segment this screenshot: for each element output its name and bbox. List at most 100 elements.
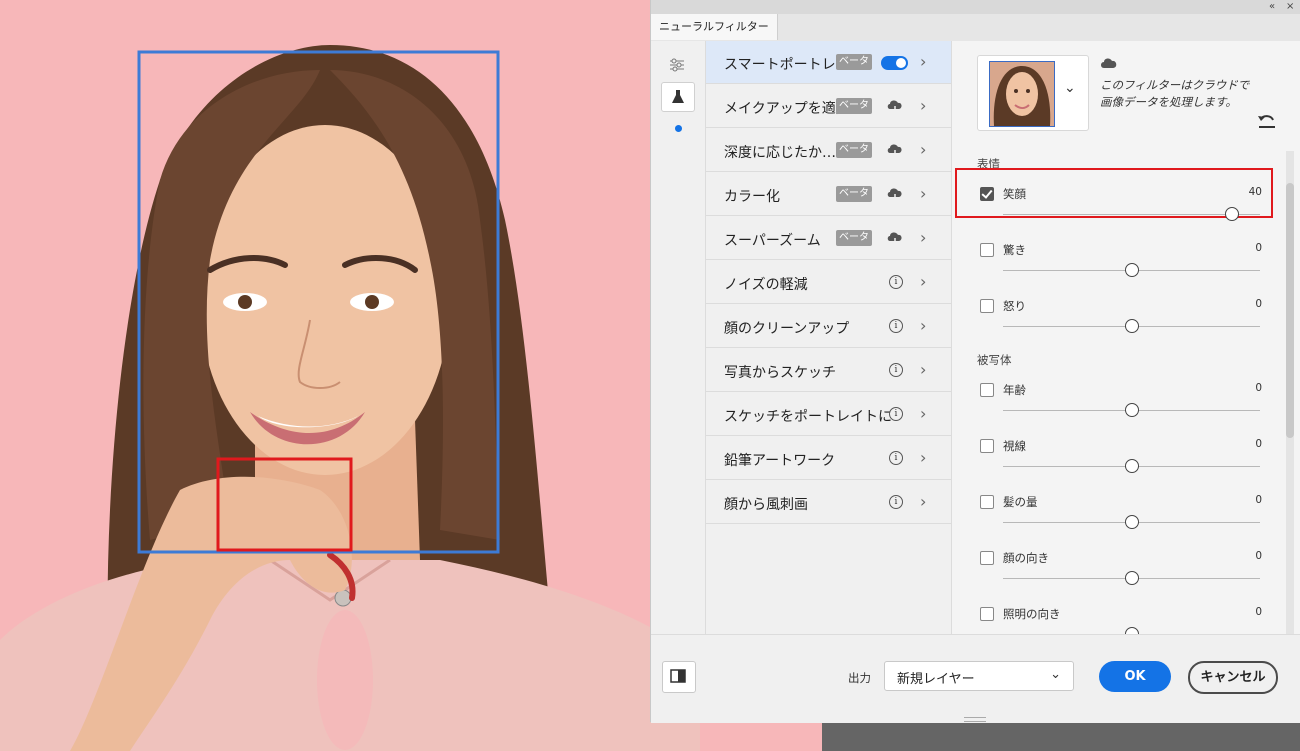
head-direction-checkbox[interactable] <box>980 551 994 565</box>
slider-knob[interactable] <box>1124 319 1139 333</box>
chevron-right-icon[interactable]: › <box>920 228 926 247</box>
slider-knob[interactable] <box>1124 459 1139 473</box>
cloud-download-icon[interactable] <box>886 230 904 246</box>
chevron-right-icon[interactable]: › <box>920 492 926 511</box>
age-checkbox[interactable] <box>980 383 994 397</box>
cancel-button[interactable]: キャンセル <box>1188 661 1278 694</box>
reference-face-thumbnail <box>989 61 1055 127</box>
chevron-right-icon[interactable]: › <box>920 52 926 71</box>
chevron-down-icon[interactable]: ⌄ <box>1064 80 1076 96</box>
info-icon[interactable]: i <box>889 275 903 289</box>
filter-item-makeup-transfer[interactable]: メイクアップを適用 ベータ › <box>706 85 951 128</box>
slider-knob[interactable] <box>1124 403 1139 417</box>
slider-knob[interactable] <box>1224 207 1239 221</box>
filter-item-noise-reduction[interactable]: ノイズの軽減 i › <box>706 261 951 304</box>
filter-item-super-zoom[interactable]: スーパーズーム ベータ › <box>706 217 951 260</box>
slider-knob[interactable] <box>1124 515 1139 529</box>
neural-filters-panel: « × ニューラルフィルター スマートポートレイト ベータ › メイクアップを適… <box>650 0 1300 723</box>
collapse-panel-icon[interactable]: « <box>1269 0 1275 14</box>
filter-item-sketch-to-portrait[interactable]: スケッチをポートレイトに i › <box>706 393 951 436</box>
cloud-download-icon[interactable] <box>886 186 904 202</box>
param-value: 0 <box>1255 242 1262 254</box>
filter-item-colorize[interactable]: カラー化 ベータ › <box>706 173 951 216</box>
param-surprise: 驚き 0 <box>977 237 1262 287</box>
panel-title-bar[interactable]: « × <box>651 0 1300 14</box>
filter-item-pencil-artwork[interactable]: 鉛筆アートワーク i › <box>706 437 951 480</box>
scrollbar-thumb[interactable] <box>1286 183 1294 438</box>
resize-grip[interactable] <box>964 717 986 722</box>
beta-badge: ベータ <box>836 142 872 158</box>
filter-label: カラー化 <box>724 189 780 205</box>
output-label: 出力 <box>848 671 871 685</box>
param-value: 0 <box>1255 606 1262 618</box>
flask-icon <box>672 90 684 103</box>
filter-item-smart-portrait[interactable]: スマートポートレイト ベータ › <box>706 41 951 84</box>
show-original-button[interactable] <box>662 661 696 693</box>
slider-track[interactable] <box>1003 214 1260 215</box>
all-filters-button[interactable] <box>661 51 693 79</box>
smile-checkbox[interactable] <box>980 187 994 201</box>
filter-item-depth-blur[interactable]: 深度に応じたか… ベータ › <box>706 129 951 172</box>
cloud-icon <box>1101 58 1117 68</box>
cloud-processing-note: このフィルターはクラウドで画像データを処理します。 <box>1100 78 1250 109</box>
param-value: 0 <box>1255 438 1262 450</box>
filter-item-face-to-caricature[interactable]: 顔から風刺画 i › <box>706 481 951 524</box>
chevron-right-icon[interactable]: › <box>920 184 926 203</box>
param-label: 怒り <box>1003 299 1026 313</box>
param-label: 笑顔 <box>1003 187 1026 201</box>
reference-image-picker[interactable]: ⌄ <box>977 55 1089 131</box>
param-label: 顔の向き <box>1003 551 1049 565</box>
filter-list: スマートポートレイト ベータ › メイクアップを適用 ベータ › 深度に応じたか… <box>706 41 952 634</box>
param-smile: 笑顔 40 <box>977 181 1262 231</box>
gaze-checkbox[interactable] <box>980 439 994 453</box>
param-value: 0 <box>1255 550 1262 562</box>
cloud-download-icon[interactable] <box>886 98 904 114</box>
filter-item-photo-to-sketch[interactable]: 写真からスケッチ i › <box>706 349 951 392</box>
cloud-download-icon[interactable] <box>886 142 904 158</box>
reset-icon[interactable] <box>1257 113 1277 129</box>
info-icon[interactable]: i <box>889 363 903 377</box>
info-icon[interactable]: i <box>889 451 903 465</box>
chevron-right-icon[interactable]: › <box>920 96 926 115</box>
chevron-down-icon: ⌄ <box>1050 667 1061 682</box>
surprise-checkbox[interactable] <box>980 243 994 257</box>
tab-neural-filters[interactable]: ニューラルフィルター <box>651 14 778 40</box>
param-label: 年齢 <box>1003 383 1026 397</box>
param-value: 40 <box>1248 186 1262 198</box>
slider-knob[interactable] <box>1124 571 1139 585</box>
chevron-right-icon[interactable]: › <box>920 360 926 379</box>
output-value: 新規レイヤー <box>897 672 975 687</box>
param-light-direction: 照明の向き 0 <box>977 601 1262 634</box>
output-select[interactable]: 新規レイヤー ⌄ <box>884 661 1074 691</box>
param-age: 年齢 0 <box>977 377 1262 427</box>
chevron-right-icon[interactable]: › <box>920 316 926 335</box>
split-view-icon <box>670 669 686 683</box>
param-value: 0 <box>1255 382 1262 394</box>
beta-filters-button[interactable] <box>661 82 695 112</box>
slider-knob[interactable] <box>1124 263 1139 277</box>
chevron-right-icon[interactable]: › <box>920 448 926 467</box>
param-label: 髪の量 <box>1003 495 1038 509</box>
param-value: 0 <box>1255 298 1262 310</box>
panel-tab-row: ニューラルフィルター <box>651 14 1300 42</box>
settings-scrollbar[interactable] <box>1286 151 1294 634</box>
category-icon-column <box>651 41 706 634</box>
info-icon[interactable]: i <box>889 319 903 333</box>
param-gaze: 視線 0 <box>977 433 1262 483</box>
close-panel-icon[interactable]: × <box>1286 0 1294 14</box>
ok-button[interactable]: OK <box>1099 661 1171 692</box>
chevron-right-icon[interactable]: › <box>920 140 926 159</box>
info-icon[interactable]: i <box>889 495 903 509</box>
beta-badge: ベータ <box>836 186 872 202</box>
info-icon[interactable]: i <box>889 407 903 421</box>
filter-item-face-cleanup[interactable]: 顔のクリーンアップ i › <box>706 305 951 348</box>
filter-enable-toggle[interactable] <box>881 56 908 70</box>
slider-knob[interactable] <box>1124 627 1139 634</box>
hair-thickness-checkbox[interactable] <box>980 495 994 509</box>
chevron-right-icon[interactable]: › <box>920 404 926 423</box>
chevron-right-icon[interactable]: › <box>920 272 926 291</box>
param-label: 視線 <box>1003 439 1026 453</box>
anger-checkbox[interactable] <box>980 299 994 313</box>
light-direction-checkbox[interactable] <box>980 607 994 621</box>
panel-footer: 出力 新規レイヤー ⌄ OK キャンセル <box>651 634 1300 723</box>
